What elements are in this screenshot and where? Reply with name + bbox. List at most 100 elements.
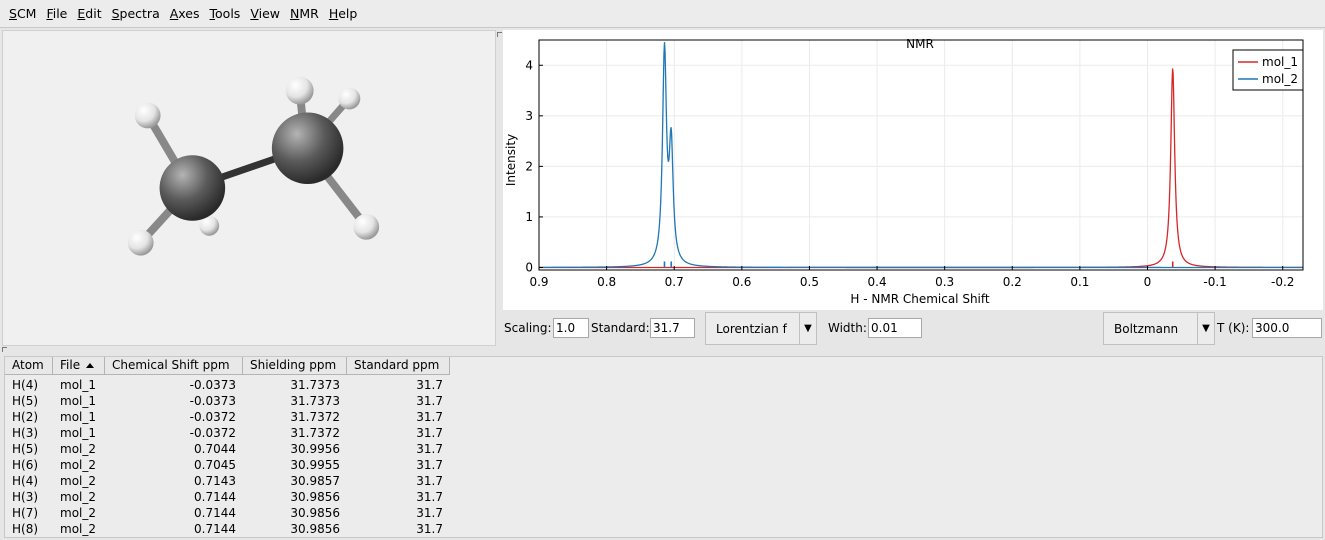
dropdown-arrow-icon: ▼ (1197, 313, 1214, 344)
table-body: H(4) mol_1 -0.0373 31.7373 31.7 H(5) mol_1 -0.0… (5, 377, 1322, 537)
menu-nmr[interactable]: NMR (285, 0, 324, 28)
temperature-label: T (K): (1217, 321, 1250, 335)
cell-standard: 31.7 (416, 426, 443, 440)
horizontal-splitter[interactable] (0, 346, 1325, 354)
cell-file: mol_2 (60, 458, 96, 472)
menu-spectra[interactable]: Spectra (107, 0, 165, 28)
cell-chemical-shift: -0.0372 (189, 426, 236, 440)
hydrogen-atom (353, 213, 380, 240)
legend-label-mol_1: mol_1 (1262, 55, 1298, 69)
table-row[interactable]: H(3) mol_1 -0.0372 31.7372 31.7 (5, 425, 1322, 441)
table-row[interactable]: H(7) mol_2 0.7144 30.9856 31.7 (5, 505, 1322, 521)
column-header-file[interactable]: File (53, 357, 105, 375)
table-row[interactable]: H(5) mol_2 0.7044 30.9956 31.7 (5, 441, 1322, 457)
grid (538, 40, 1303, 270)
cell-atom: H(7) (12, 506, 39, 520)
molecule-viewer[interactable] (2, 30, 496, 346)
menu-edit[interactable]: Edit (72, 0, 106, 28)
lineshape-dropdown[interactable]: Lorentzian f ▼ (705, 312, 817, 345)
splitter-grip-icon (2, 347, 7, 352)
table-row[interactable]: H(3) mol_2 0.7144 30.9856 31.7 (5, 489, 1322, 505)
cell-shielding: 30.9856 (290, 522, 340, 536)
menu-help[interactable]: Help (324, 0, 363, 28)
y-tick-label: 1 (525, 210, 533, 224)
weighting-value: Boltzmann (1114, 322, 1179, 336)
cell-standard: 31.7 (416, 410, 443, 424)
cell-shielding: 31.7373 (290, 378, 340, 392)
cell-standard: 31.7 (416, 458, 443, 472)
cell-file: mol_2 (60, 442, 96, 456)
dropdown-arrow-icon: ▼ (799, 313, 816, 344)
table-row[interactable]: H(4) mol_1 -0.0373 31.7373 31.7 (5, 377, 1322, 393)
x-tick-label: 0.9 (529, 275, 548, 289)
series (539, 42, 1303, 269)
column-header-shielding[interactable]: Shielding ppm (243, 357, 347, 375)
chart-title: NMR (906, 37, 934, 51)
nmr-spectrum-chart[interactable]: NMR 0.9 0.8 0.7 0.6 0.5 0.4 0.3 0.2 0.1 0 -0.1 -0.2… (503, 30, 1323, 310)
cell-atom: H(6) (12, 458, 39, 472)
cell-chemical-shift: -0.0373 (189, 394, 236, 408)
standard-label: Standard: (591, 321, 650, 335)
cell-atom: H(5) (12, 442, 39, 456)
cell-shielding: 30.9956 (290, 442, 340, 456)
weighting-dropdown[interactable]: Boltzmann ▼ (1103, 312, 1215, 345)
splitter-grip-icon (497, 32, 502, 37)
y-tick-label: 4 (525, 58, 533, 72)
cell-file: mol_1 (60, 378, 96, 392)
cell-standard: 31.7 (416, 506, 443, 520)
x-axis-label: H - NMR Chemical Shift (850, 292, 990, 306)
column-header-atom[interactable]: Atom (5, 357, 53, 375)
y-axis-label: Intensity (504, 134, 518, 186)
standard-input[interactable]: 31.7 (650, 318, 695, 338)
table-row[interactable]: H(5) mol_1 -0.0373 31.7373 31.7 (5, 393, 1322, 409)
table-row[interactable]: H(8) mol_2 0.7144 30.9856 31.7 (5, 521, 1322, 537)
cell-atom: H(2) (12, 410, 39, 424)
x-tick-label: 0.5 (800, 275, 819, 289)
cell-file: mol_1 (60, 426, 96, 440)
column-header-chemical-shift[interactable]: Chemical Shift ppm (105, 357, 243, 375)
cell-shielding: 30.9955 (290, 458, 340, 472)
sort-ascending-icon (86, 363, 95, 368)
molecule-3d-render (127, 76, 380, 256)
cell-file: mol_1 (60, 410, 96, 424)
hydrogen-atom (338, 87, 361, 110)
y-tick-label: 0 (525, 260, 533, 274)
table-row[interactable]: H(6) mol_2 0.7045 30.9955 31.7 (5, 457, 1322, 473)
x-tick-label: 0.1 (1070, 275, 1089, 289)
column-header-standard[interactable]: Standard ppm (347, 357, 450, 375)
scaling-label: Scaling: (504, 321, 552, 335)
cell-standard: 31.7 (416, 394, 443, 408)
y-tick-label: 3 (525, 109, 533, 123)
temperature-input[interactable]: 300.0 (1252, 318, 1322, 338)
menu-tools[interactable]: Tools (205, 0, 246, 28)
cell-standard: 31.7 (416, 378, 443, 392)
width-label: Width: (828, 321, 867, 335)
cell-standard: 31.7 (416, 522, 443, 536)
menu-file[interactable]: File (41, 0, 72, 28)
chart-legend[interactable]: mol_1 mol_2 (1232, 49, 1304, 91)
menu-axes[interactable]: Axes (165, 0, 205, 28)
hydrogen-atom (127, 229, 154, 256)
plot-frame (538, 39, 1304, 271)
cell-atom: H(3) (12, 490, 39, 504)
cell-shielding: 30.9856 (290, 490, 340, 504)
menu-scm[interactable]: SCM (4, 0, 41, 28)
column-header-file-label: File (60, 358, 81, 372)
cell-chemical-shift: -0.0372 (189, 410, 236, 424)
menu-view[interactable]: View (245, 0, 285, 28)
width-input[interactable]: 0.01 (868, 318, 922, 338)
series-line-mol_1 (539, 68, 1303, 269)
table-row[interactable]: H(4) mol_2 0.7143 30.9857 31.7 (5, 473, 1322, 489)
scaling-input[interactable]: 1.0 (553, 318, 589, 338)
cell-file: mol_2 (60, 474, 96, 488)
axes: 0.9 0.8 0.7 0.6 0.5 0.4 0.3 0.2 0.1 0 -0.1 -0.2 0 1 2 3… (525, 58, 1294, 289)
series-line-mol_2 (539, 42, 1303, 269)
x-tick-label: -0.2 (1271, 275, 1294, 289)
cell-standard: 31.7 (416, 474, 443, 488)
x-tick-label: 0.3 (935, 275, 954, 289)
table-header: Atom File Chemical Shift ppm Shielding p… (5, 357, 450, 375)
x-tick-label: 0.8 (597, 275, 616, 289)
cell-chemical-shift: 0.7144 (194, 506, 236, 520)
table-row[interactable]: H(2) mol_1 -0.0372 31.7372 31.7 (5, 409, 1322, 425)
cell-chemical-shift: 0.7144 (194, 522, 236, 536)
